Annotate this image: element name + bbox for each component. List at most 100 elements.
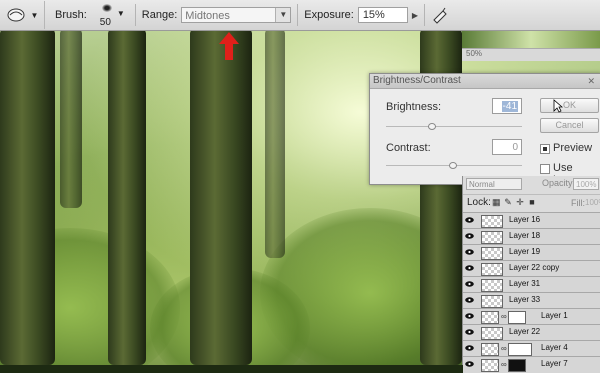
chevron-down-icon: ▼	[30, 10, 39, 20]
range-label: Range:	[141, 9, 178, 21]
visibility-eye-icon[interactable]	[465, 361, 474, 367]
layer-row[interactable]: Layer 31	[463, 276, 600, 293]
visibility-eye-icon[interactable]	[465, 329, 474, 335]
layers-panel: Normal Opacity: 100% Lock: ▦ ✎ ✛ ■ Fill:…	[462, 176, 600, 373]
layer-row[interactable]: Layer 19	[463, 244, 600, 261]
lock-all-icon[interactable]: ■	[528, 198, 536, 207]
tree-trunk	[60, 28, 82, 208]
lock-transparency-icon[interactable]: ▦	[492, 198, 501, 207]
layer-mask-thumbnail[interactable]	[508, 343, 532, 356]
layer-row[interactable]: ∞ Layer 1	[463, 308, 600, 325]
layer-thumbnail	[481, 359, 499, 372]
layer-name: Layer 22	[509, 327, 541, 336]
exposure-slider-toggle[interactable]: ▶	[412, 11, 418, 20]
legacy-checkbox[interactable]	[540, 164, 550, 174]
divider	[134, 4, 136, 26]
layer-name: Layer 22 copy	[509, 263, 560, 272]
layer-thumbnail	[481, 295, 503, 308]
lock-row: Lock: ▦ ✎ ✛ ■ Fill: 100%	[463, 194, 600, 211]
divider	[297, 4, 299, 26]
layer-row[interactable]: Layer 33	[463, 292, 600, 309]
layer-thumbnail	[481, 327, 503, 340]
preview-checkbox[interactable]	[540, 144, 550, 154]
opacity-label: Opacity:	[542, 178, 576, 188]
layer-name: Layer 1	[541, 311, 568, 320]
layer-name: Layer 31	[509, 279, 541, 288]
airbrush-icon[interactable]	[431, 6, 449, 24]
ok-button[interactable]: OK	[540, 98, 599, 113]
layer-row[interactable]: Layer 22 copy	[463, 260, 600, 277]
visibility-eye-icon[interactable]	[465, 249, 474, 255]
lock-pixels-icon[interactable]: ✎	[504, 198, 512, 207]
visibility-eye-icon[interactable]	[465, 217, 474, 223]
contrast-label: Contrast:	[386, 142, 431, 154]
range-select[interactable]: Midtones ▼	[181, 7, 292, 23]
navigator-zoom-bar[interactable]: 50%	[462, 48, 600, 61]
visibility-eye-icon[interactable]	[465, 265, 474, 271]
layer-row[interactable]: Layer 22	[463, 324, 600, 341]
layer-thumbnail	[481, 247, 503, 260]
opacity-input[interactable]: 100%	[573, 178, 599, 190]
dialog-title-bar[interactable]: Brightness/Contrast ✕	[370, 74, 600, 89]
brightness-label: Brightness:	[386, 101, 442, 113]
brightness-slider-knob[interactable]	[428, 123, 436, 130]
options-bar: ▼ Brush: 50 ▼ Range: Midtones ▼ Exposure…	[0, 0, 600, 31]
preview-label: Preview	[553, 142, 593, 154]
dialog-title: Brightness/Contrast	[373, 75, 461, 86]
contrast-input[interactable]: 0	[492, 139, 522, 155]
layer-row[interactable]: Layer 18	[463, 228, 600, 245]
dodge-tool-icon	[7, 8, 25, 22]
navigator-zoom-value: 50%	[466, 49, 483, 58]
chevron-down-icon: ▼	[116, 9, 125, 18]
layer-thumbnail	[481, 343, 499, 356]
fill-value[interactable]: 100%	[585, 198, 600, 207]
brightness-value: -41	[501, 101, 518, 112]
lock-label: Lock:	[467, 197, 491, 208]
brush-picker[interactable]: 50 ▼	[91, 1, 125, 29]
exposure-input[interactable]: 15%	[357, 7, 408, 23]
layer-thumbnail	[481, 263, 503, 276]
red-arrow-annotation	[219, 32, 239, 60]
layer-name: Layer 18	[509, 231, 541, 240]
chevron-down-icon: ▼	[275, 8, 291, 22]
layer-mask-thumbnail[interactable]	[508, 359, 526, 372]
tree-trunk	[265, 28, 285, 258]
layer-thumbnail	[481, 231, 503, 244]
layer-mask-thumbnail[interactable]	[508, 311, 526, 324]
layer-thumbnail	[481, 279, 503, 292]
visibility-eye-icon[interactable]	[465, 281, 474, 287]
layer-name: Layer 19	[509, 247, 541, 256]
blend-mode-select[interactable]: Normal	[466, 178, 522, 190]
layer-thumbnail	[481, 215, 503, 228]
layer-row[interactable]: ∞ Layer 4	[463, 340, 600, 357]
brush-tip-icon	[101, 4, 112, 12]
layer-name: Layer 33	[509, 295, 541, 304]
tool-preset-picker[interactable]: ▼	[0, 1, 45, 29]
cancel-button[interactable]: Cancel	[540, 118, 599, 133]
brightness-contrast-dialog[interactable]: Brightness/Contrast ✕ Brightness: -41 Co…	[369, 73, 600, 186]
brightness-slider-track[interactable]	[386, 126, 522, 127]
layer-name: Layer 4	[541, 343, 568, 352]
visibility-eye-icon[interactable]	[465, 233, 474, 239]
visibility-eye-icon[interactable]	[465, 345, 474, 351]
visibility-eye-icon[interactable]	[465, 313, 474, 319]
layer-row[interactable]: Layer 16	[463, 212, 600, 229]
layer-name: Layer 16	[509, 215, 541, 224]
layer-thumbnail	[481, 311, 499, 324]
visibility-eye-icon[interactable]	[465, 297, 474, 303]
brush-label: Brush:	[55, 9, 87, 21]
close-icon[interactable]: ✕	[587, 74, 595, 88]
tree-trunk	[190, 28, 252, 365]
link-chain-icon: ∞	[501, 312, 507, 321]
fill-label: Fill:	[571, 198, 585, 208]
mouse-cursor-icon	[553, 99, 563, 113]
lock-position-icon[interactable]: ✛	[516, 198, 524, 207]
brightness-input[interactable]: -41	[492, 98, 522, 114]
link-chain-icon: ∞	[501, 344, 507, 353]
exposure-label: Exposure:	[304, 9, 354, 21]
contrast-slider-knob[interactable]	[449, 162, 457, 169]
layer-name: Layer 7	[541, 359, 568, 368]
divider	[423, 4, 425, 26]
brush-size: 50	[99, 17, 111, 28]
range-value: Midtones	[185, 10, 230, 22]
